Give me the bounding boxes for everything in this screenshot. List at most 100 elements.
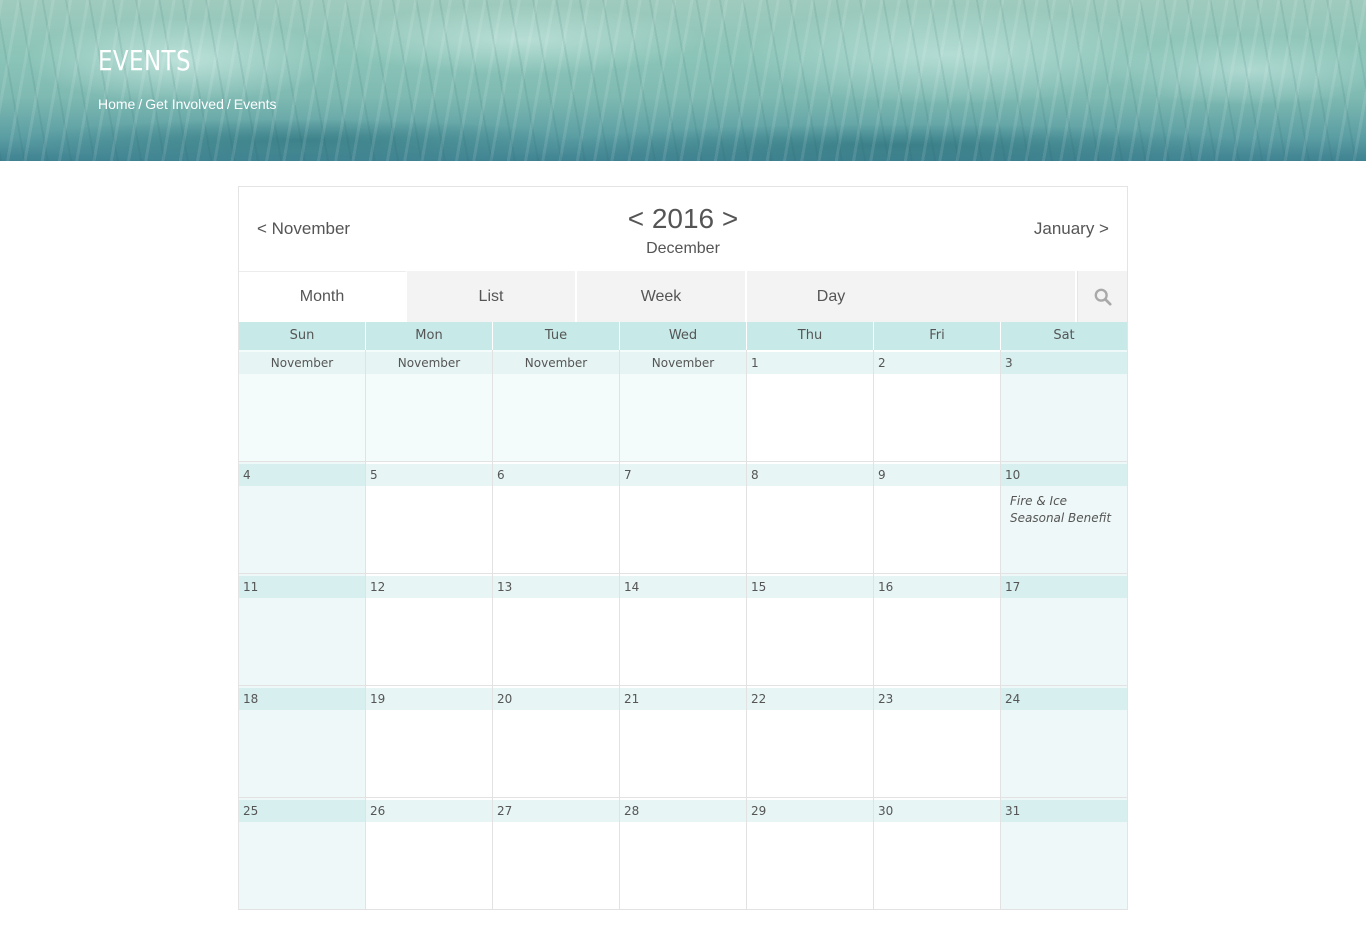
day-cell[interactable]: 14	[620, 574, 747, 686]
day-number: 29	[747, 800, 873, 822]
day-cell[interactable]: 31	[1001, 798, 1127, 910]
day-cell[interactable]: 7	[620, 462, 747, 574]
day-cell[interactable]: November	[366, 350, 493, 462]
current-year: 2016	[651, 203, 715, 234]
breadcrumb-separator: /	[138, 96, 143, 112]
weekday-header: Wed	[620, 322, 747, 350]
breadcrumb: Home / Get Involved / Events	[98, 96, 277, 112]
tab-day[interactable]: Day	[747, 271, 1077, 322]
day-cell[interactable]: 18	[239, 686, 366, 798]
day-number: 2	[874, 352, 1000, 374]
day-cell[interactable]: 3	[1001, 350, 1127, 462]
day-number: 31	[1001, 800, 1127, 822]
breadcrumb-separator: /	[226, 96, 231, 112]
weekday-header: Sat	[1053, 328, 1075, 343]
day-number: 6	[493, 464, 619, 486]
week-row: 25 26 27 28 29 30 31	[239, 798, 1127, 910]
week-row: November November November November 1 2 …	[239, 350, 1127, 462]
day-cell[interactable]: 5	[366, 462, 493, 574]
day-number: 12	[366, 576, 492, 598]
day-cell[interactable]: 12	[366, 574, 493, 686]
day-number: 4	[239, 464, 365, 486]
header-banner: EVENTS Home / Get Involved / Events	[0, 0, 1366, 161]
day-cell[interactable]: 6	[493, 462, 620, 574]
day-number: 8	[747, 464, 873, 486]
day-number: 3	[1001, 352, 1127, 374]
prev-year-link[interactable]: <	[628, 203, 644, 234]
day-number: 25	[239, 800, 365, 822]
day-cell[interactable]: 19	[366, 686, 493, 798]
day-cell[interactable]: 29	[747, 798, 874, 910]
day-number: 23	[874, 688, 1000, 710]
day-cell[interactable]: November	[239, 350, 366, 462]
day-cell[interactable]: 17	[1001, 574, 1127, 686]
weekday-header: Sun	[239, 322, 366, 350]
day-cell[interactable]: November	[620, 350, 747, 462]
day-number: 16	[874, 576, 1000, 598]
week-row: 11 12 13 14 15 16 17	[239, 574, 1127, 686]
view-tabs: Month List Week Day	[239, 271, 1127, 322]
banner-water-image	[0, 0, 1366, 161]
day-number: 28	[620, 800, 746, 822]
day-number: 22	[747, 688, 873, 710]
day-cell[interactable]: 8	[747, 462, 874, 574]
events-calendar: < November < 2016 > December January > M…	[238, 186, 1128, 910]
day-number: 20	[493, 688, 619, 710]
day-number: 17	[1001, 576, 1127, 598]
weekday-header: Thu	[747, 322, 874, 350]
day-number: 27	[493, 800, 619, 822]
breadcrumb-home[interactable]: Home	[98, 96, 135, 112]
year-selector: < 2016 >	[239, 203, 1127, 235]
search-button[interactable]	[1077, 271, 1127, 322]
day-number: 9	[874, 464, 1000, 486]
week-row: 18 19 20 21 22 23 24	[239, 686, 1127, 798]
day-number: 30	[874, 800, 1000, 822]
weekday-header: Mon	[366, 322, 493, 350]
event-link[interactable]: Fire & Ice Seasonal Benefit	[1010, 493, 1119, 527]
day-cell[interactable]: 20	[493, 686, 620, 798]
day-cell[interactable]: November	[493, 350, 620, 462]
day-cell[interactable]: 15	[747, 574, 874, 686]
day-cell[interactable]: 23	[874, 686, 1001, 798]
next-year-link[interactable]: >	[722, 203, 738, 234]
next-month-link[interactable]: January >	[1034, 219, 1109, 239]
day-number: November	[366, 352, 492, 374]
day-cell[interactable]: 21	[620, 686, 747, 798]
day-number: 21	[620, 688, 746, 710]
day-cell[interactable]: 22	[747, 686, 874, 798]
day-cell[interactable]: 4	[239, 462, 366, 574]
day-cell[interactable]: 27	[493, 798, 620, 910]
day-cell[interactable]: 30	[874, 798, 1001, 910]
calendar-navigation: < November < 2016 > December January >	[239, 187, 1127, 272]
month-grid: Sun Mon Tue Wed Thu Fri Sat November Nov…	[239, 322, 1127, 910]
tab-list[interactable]: List	[407, 271, 577, 322]
day-cell[interactable]: 25	[239, 798, 366, 910]
day-number: 1	[747, 352, 873, 374]
tab-month[interactable]: Month	[239, 271, 407, 322]
day-number: November	[493, 352, 619, 374]
day-number: 18	[239, 688, 365, 710]
day-number: 14	[620, 576, 746, 598]
day-cell[interactable]: 11	[239, 574, 366, 686]
search-icon	[1094, 288, 1112, 306]
breadcrumb-current: Events	[233, 96, 277, 112]
day-cell[interactable]: 24	[1001, 686, 1127, 798]
day-cell[interactable]: 28	[620, 798, 747, 910]
day-cell[interactable]: 1	[747, 350, 874, 462]
day-cell[interactable]: 10 Fire & Ice Seasonal Benefit	[1001, 462, 1127, 574]
day-cell[interactable]: 13	[493, 574, 620, 686]
day-cell[interactable]: 2	[874, 350, 1001, 462]
weekday-header-row: Sun Mon Tue Wed Thu Fri Sat	[239, 322, 1127, 350]
day-number: 11	[239, 576, 365, 598]
day-number: November	[620, 352, 746, 374]
weekday-header: Fri	[874, 322, 1001, 350]
day-cell[interactable]: 26	[366, 798, 493, 910]
breadcrumb-get-involved[interactable]: Get Involved	[145, 96, 224, 112]
day-cell[interactable]: 9	[874, 462, 1001, 574]
day-cell[interactable]: 16	[874, 574, 1001, 686]
tab-week[interactable]: Week	[577, 271, 747, 322]
day-number: November	[239, 352, 365, 374]
day-number: 7	[620, 464, 746, 486]
day-number: 19	[366, 688, 492, 710]
day-number: 24	[1001, 688, 1127, 710]
